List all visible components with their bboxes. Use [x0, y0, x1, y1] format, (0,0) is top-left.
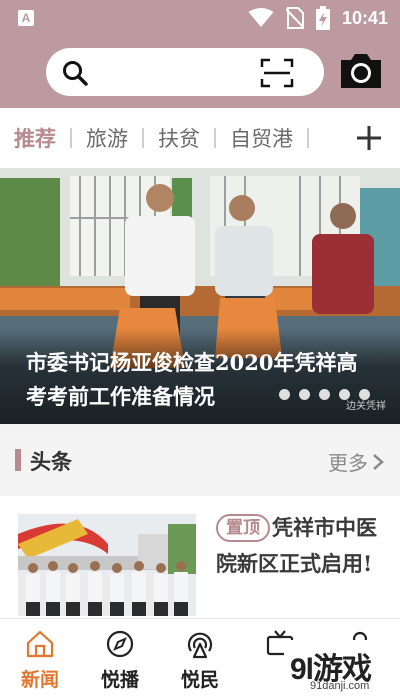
search-icon[interactable] — [62, 60, 88, 86]
banner-watermark: 边关凭祥 — [346, 401, 386, 412]
scan-icon[interactable] — [260, 58, 294, 88]
wifi-icon — [248, 8, 274, 27]
search-input[interactable] — [46, 48, 324, 96]
section-header: 头条 更多 — [0, 432, 400, 488]
nav-label: 悦民 — [180, 669, 219, 691]
more-label: 更多 — [328, 451, 368, 475]
compass-icon — [106, 630, 134, 658]
tab-travel[interactable]: 旅游 — [72, 123, 142, 153]
tab-recommend[interactable]: 推荐 — [0, 123, 70, 153]
tab-divider — [307, 128, 309, 148]
status-bar: A 10:41 — [0, 0, 400, 36]
list-item[interactable]: 置顶 凭祥市中医院新区正式启用! — [0, 496, 400, 618]
carousel-dot[interactable] — [319, 389, 330, 400]
divider — [0, 488, 400, 496]
camera-icon[interactable] — [338, 51, 384, 91]
watermark-logo-url: 91danji.com — [310, 680, 370, 692]
status-icons: 10:41 — [248, 4, 388, 32]
app-notification-icon: A — [18, 10, 34, 26]
nav-broadcast[interactable]: 悦播 — [80, 619, 160, 700]
category-tabs: 推荐 旅游 扶贫 自贸港 — [0, 108, 400, 168]
tab-free-trade-port[interactable]: 自贸港 — [216, 123, 307, 153]
tab-poverty-relief[interactable]: 扶贫 — [144, 123, 214, 153]
broadcast-icon — [187, 632, 213, 659]
nav-public[interactable]: 悦民 — [160, 619, 240, 700]
battery-charging-icon — [315, 6, 330, 30]
carousel-dot[interactable] — [279, 389, 290, 400]
clock: 10:41 — [341, 7, 388, 28]
more-link[interactable]: 更多 — [328, 447, 384, 476]
carousel-dot[interactable] — [299, 389, 310, 400]
chevron-right-icon — [373, 453, 384, 470]
home-icon — [26, 630, 54, 658]
divider — [0, 424, 400, 432]
section-title: 头条 — [30, 449, 72, 474]
pinned-badge: 置顶 — [216, 514, 270, 542]
no-sim-icon — [285, 7, 304, 29]
site-watermark-logo: 9l游戏 91danji.com — [284, 640, 400, 700]
nav-news[interactable]: 新闻 — [0, 619, 80, 700]
news-title-block[interactable]: 置顶 凭祥市中医院新区正式启用! — [216, 510, 386, 582]
news-thumbnail — [18, 514, 196, 616]
news-banner[interactable]: 市委书记杨亚俊检查2020年凭祥高考考前工作准备情况 边关凭祥 — [0, 168, 400, 424]
plus-icon[interactable] — [356, 125, 382, 151]
banner-title[interactable]: 市委书记杨亚俊检查2020年凭祥高考考前工作准备情况 — [26, 346, 376, 414]
section-marker — [15, 449, 21, 471]
nav-label: 新闻 — [20, 669, 59, 691]
nav-label: 悦播 — [100, 669, 139, 691]
